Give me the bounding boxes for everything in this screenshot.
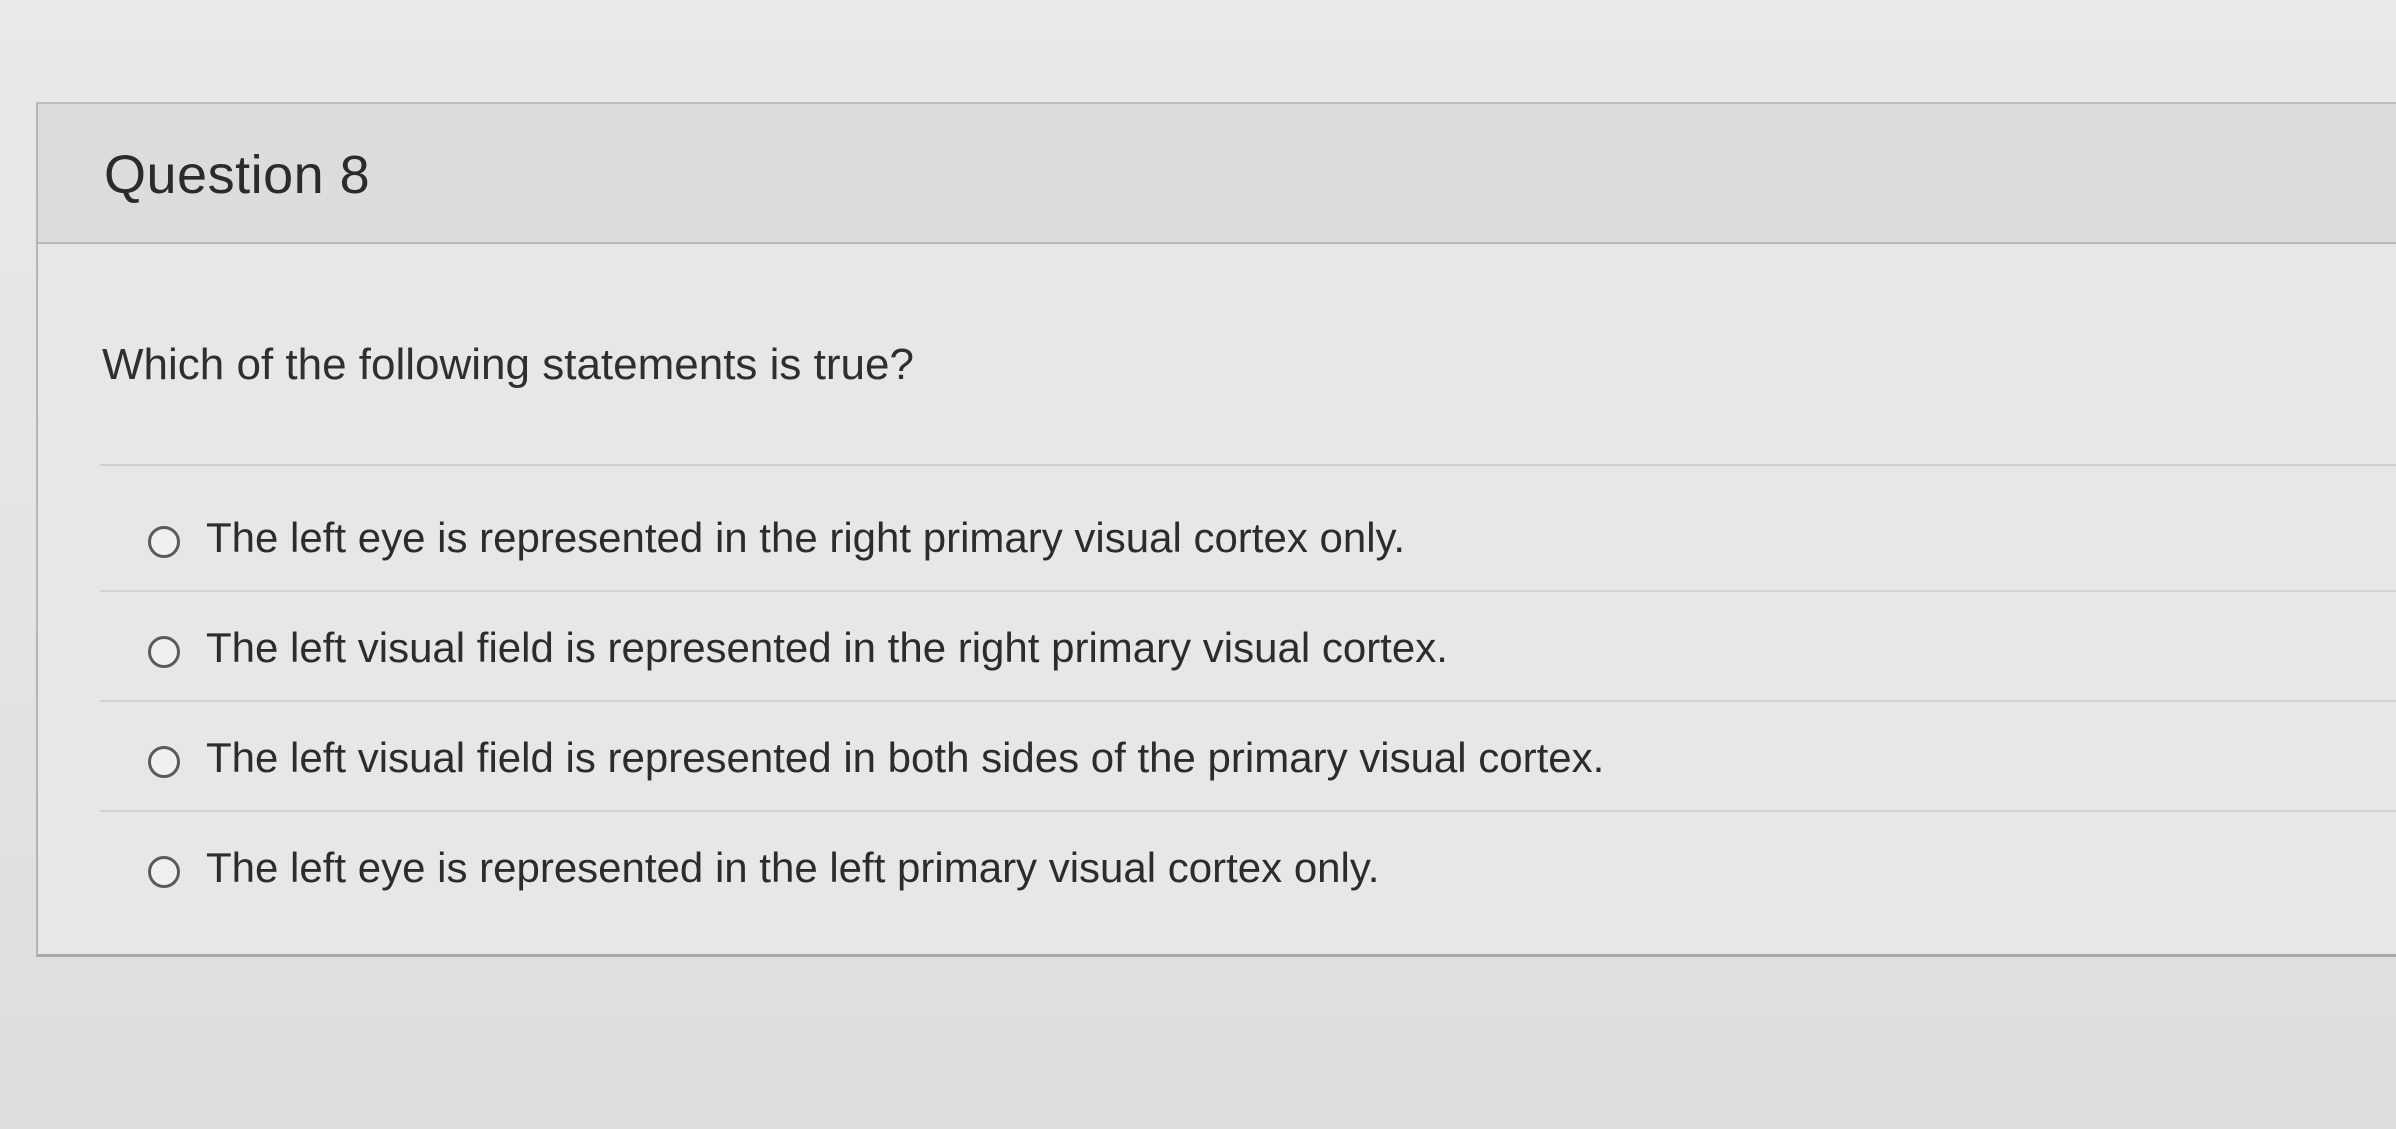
answer-list: The left eye is represented in the right…: [100, 482, 2396, 920]
answer-option-3[interactable]: The left visual field is represented in …: [100, 702, 2396, 812]
question-prompt: Which of the following statements is tru…: [102, 340, 914, 389]
radio-button[interactable]: [148, 526, 180, 558]
radio-button[interactable]: [148, 856, 180, 888]
answer-label[interactable]: The left eye is represented in the left …: [206, 844, 1379, 892]
answer-label[interactable]: The left visual field is represented in …: [206, 734, 1604, 782]
answer-option-4[interactable]: The left eye is represented in the left …: [100, 812, 2396, 920]
answer-label[interactable]: The left eye is represented in the right…: [206, 514, 1405, 562]
prompt-divider: [100, 464, 2396, 466]
answer-option-2[interactable]: The left visual field is represented in …: [100, 592, 2396, 702]
radio-button[interactable]: [148, 746, 180, 778]
question-header: Question 8: [38, 104, 2396, 244]
question-title: Question 8: [104, 145, 371, 205]
radio-button[interactable]: [148, 636, 180, 668]
question-card: Question 8 Which of the following statem…: [36, 102, 2396, 957]
page: Question 8 Which of the following statem…: [0, 0, 2396, 1129]
answer-label[interactable]: The left visual field is represented in …: [206, 624, 1448, 672]
answer-option-1[interactable]: The left eye is represented in the right…: [100, 482, 2396, 592]
